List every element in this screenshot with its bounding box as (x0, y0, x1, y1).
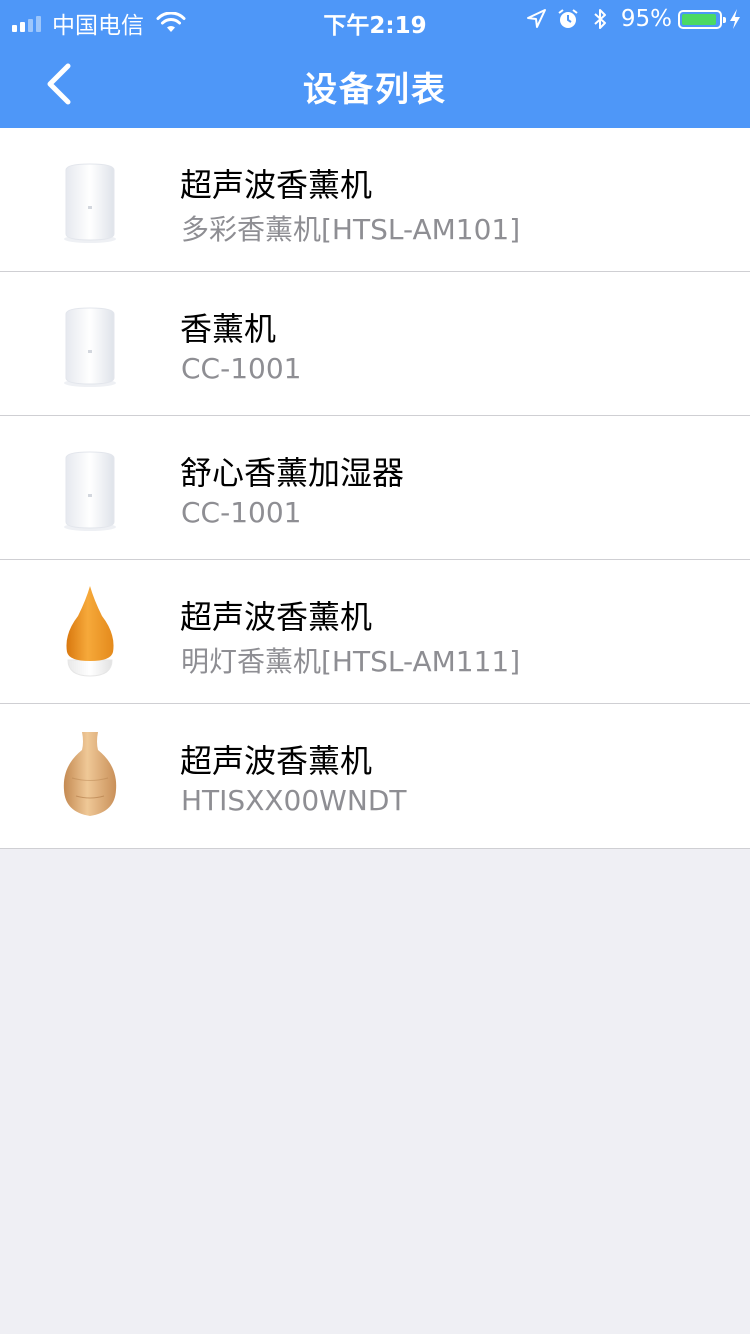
device-list: 超声波香薰机 多彩香薰机[HTSL-AM101] 香薰机 CC-1001 舒心香… (0, 128, 750, 849)
app-header: 中国电信 下午2:19 95% 设备列表 (0, 0, 750, 128)
device-image-white-diffuser (64, 307, 116, 387)
alarm-clock-icon (558, 9, 578, 28)
device-image-wood-diffuser (63, 732, 117, 816)
charging-bolt-icon (730, 9, 740, 29)
device-image-white-diffuser (64, 163, 116, 243)
device-row[interactable]: 超声波香薰机 明灯香薰机[HTSL-AM111] (0, 560, 750, 704)
device-row[interactable]: 香薰机 CC-1001 (0, 272, 750, 416)
device-model: 多彩香薰机[HTSL-AM101] (181, 213, 521, 246)
device-name: 超声波香薰机 (180, 742, 373, 780)
device-model: HTISXX00WNDT (181, 784, 407, 817)
navigation-bar: 设备列表 (0, 40, 750, 128)
device-image-white-diffuser (64, 451, 116, 531)
device-row[interactable]: 舒心香薰加湿器 CC-1001 (0, 416, 750, 560)
device-row[interactable]: 超声波香薰机 多彩香薰机[HTSL-AM101] (0, 128, 750, 272)
bluetooth-icon (594, 9, 606, 29)
device-model: CC-1001 (181, 496, 302, 529)
status-right: 95% (525, 6, 742, 32)
battery-icon (678, 9, 726, 29)
battery-fill (682, 13, 716, 25)
battery-percent: 95% (620, 6, 672, 32)
device-model: 明灯香薰机[HTSL-AM111] (181, 645, 521, 678)
status-bar: 中国电信 下午2:19 95% (0, 0, 750, 40)
device-image-orange-diffuser (66, 586, 114, 677)
device-name: 超声波香薰机 (180, 598, 373, 636)
location-arrow-icon (526, 9, 546, 28)
page-title: 设备列表 (303, 70, 447, 110)
device-name: 舒心香薰加湿器 (180, 454, 405, 492)
device-name: 超声波香薰机 (180, 166, 373, 204)
device-row[interactable]: 超声波香薰机 HTISXX00WNDT (0, 704, 750, 848)
device-name: 香薰机 (180, 310, 277, 348)
device-model: CC-1001 (181, 352, 302, 385)
